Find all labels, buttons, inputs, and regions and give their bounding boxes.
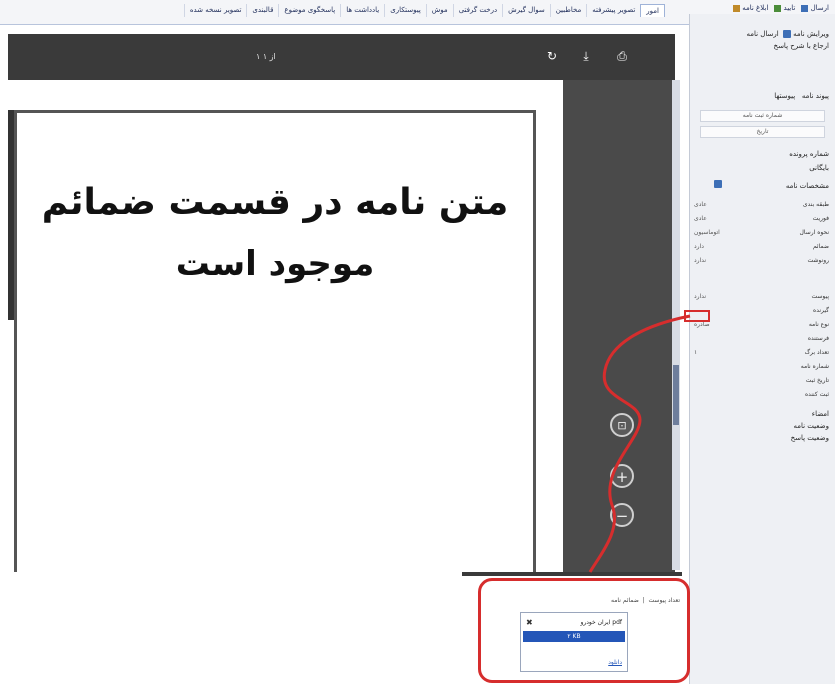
annotation-arrow (588, 314, 691, 573)
